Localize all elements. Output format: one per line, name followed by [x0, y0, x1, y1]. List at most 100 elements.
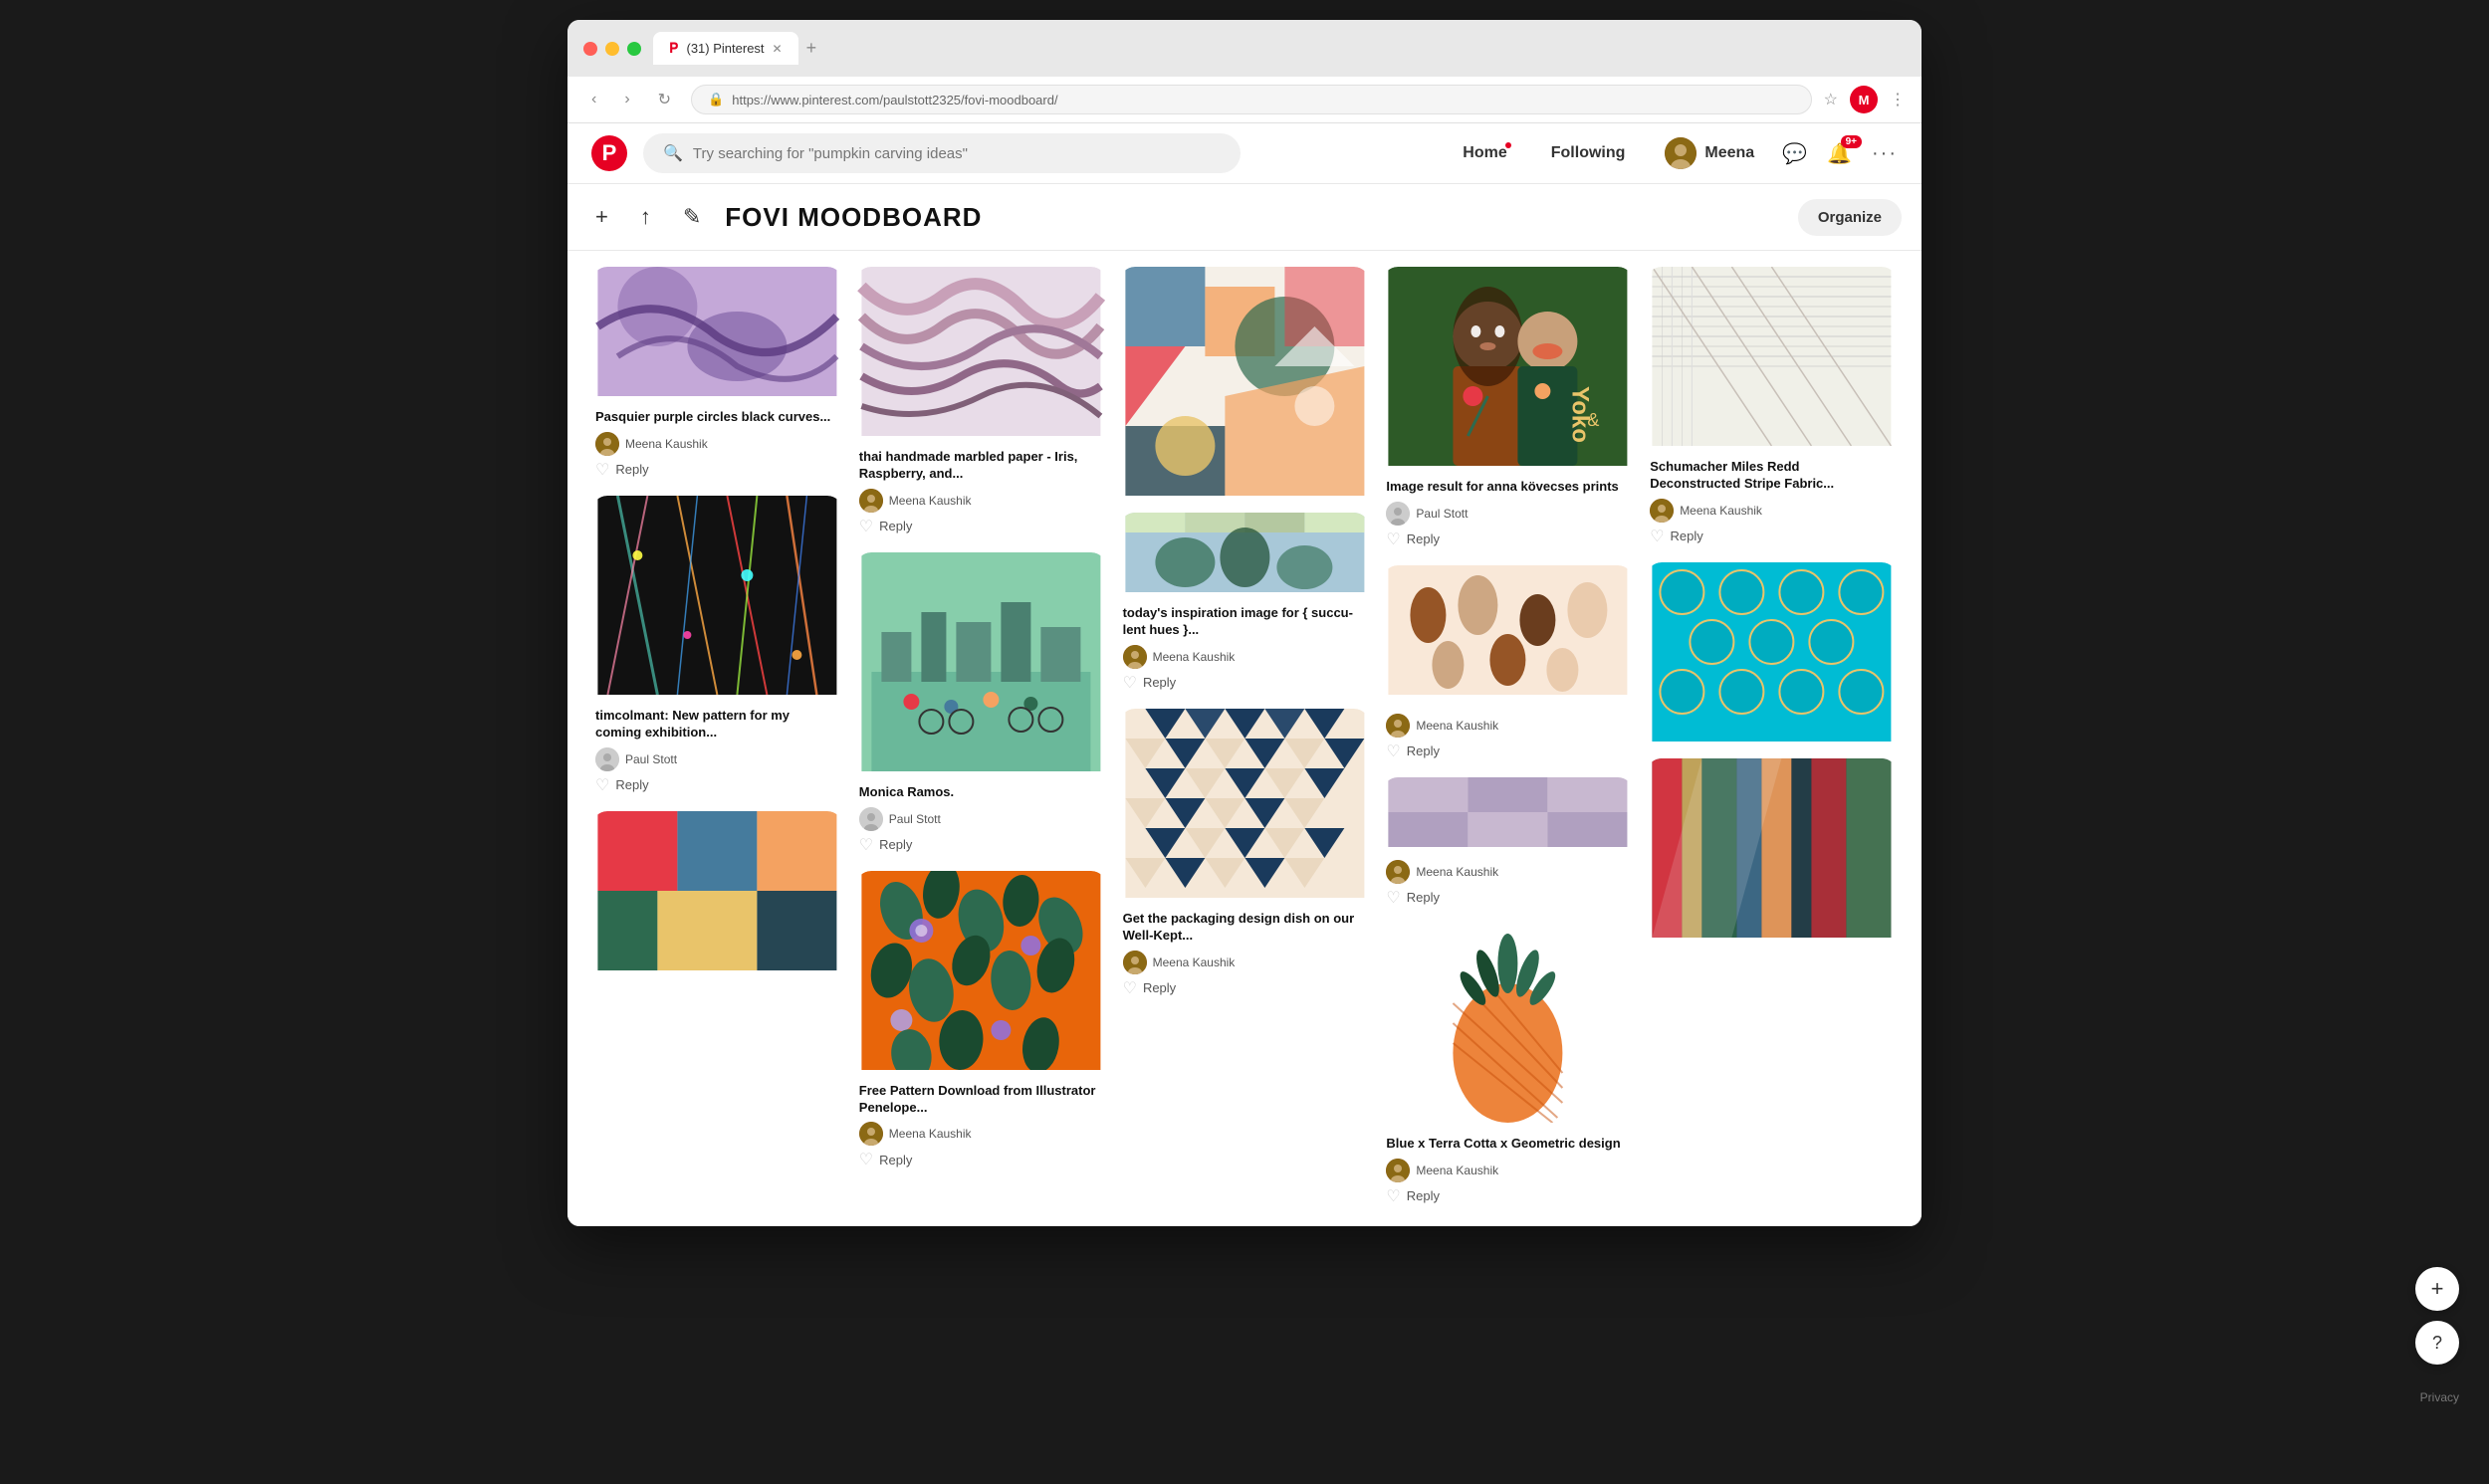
user-name: Meena Kaushik	[1416, 865, 1498, 879]
pin-card: today's inspiration image for { succu-le…	[1119, 513, 1371, 697]
pin-image-svg	[1119, 513, 1371, 592]
pin-actions: ♡ Reply	[859, 1150, 1103, 1169]
pin-info: today's inspiration image for { succu-le…	[1119, 597, 1371, 697]
pin-title: Free Pattern Download from Illustrator P…	[859, 1083, 1103, 1117]
minimize-traffic-light[interactable]	[605, 42, 619, 56]
lock-icon: 🔒	[708, 92, 724, 107]
close-traffic-light[interactable]	[583, 42, 597, 56]
user-avatar	[1665, 137, 1697, 169]
maximize-traffic-light[interactable]	[627, 42, 641, 56]
notification-badge: 9+	[1841, 135, 1862, 148]
like-icon[interactable]: ♡	[1386, 1186, 1400, 1206]
tab-title: (31) Pinterest	[686, 41, 764, 56]
reply-button[interactable]: Reply	[615, 775, 648, 794]
header-nav: Home Following Meena 💬 🔔 9+ ···	[1451, 133, 1898, 173]
browser-menu-icon[interactable]: ⋮	[1890, 90, 1906, 109]
tab-favicon-icon: 𝐏	[669, 40, 678, 57]
reply-button[interactable]: Reply	[1143, 673, 1176, 692]
pin-user: Meena Kaushik	[859, 489, 1103, 513]
pin-actions: ♡ Reply	[1386, 888, 1630, 908]
like-icon[interactable]: ♡	[859, 1150, 873, 1169]
pin-card: Get the packaging design dish on our Wel…	[1119, 709, 1371, 1002]
pinterest-logo[interactable]: P	[591, 135, 627, 171]
messages-icon[interactable]: 💬	[1782, 141, 1807, 166]
like-icon[interactable]: ♡	[1123, 673, 1137, 693]
reply-button[interactable]: Reply	[1407, 742, 1440, 760]
search-bar[interactable]: 🔍	[643, 133, 1241, 173]
add-pin-button[interactable]: +	[587, 196, 616, 238]
bookmark-icon[interactable]: ☆	[1824, 90, 1838, 109]
reply-button[interactable]: Reply	[1143, 978, 1176, 997]
reply-button[interactable]: Reply	[1407, 530, 1440, 548]
nav-home[interactable]: Home	[1451, 136, 1518, 170]
user-avatar-icon	[1123, 951, 1147, 974]
reply-button[interactable]: Reply	[1671, 527, 1703, 545]
pin-image-svg	[1382, 777, 1634, 847]
pin-info: Meena Kaushik ♡ Reply	[1382, 700, 1634, 765]
nav-following[interactable]: Following	[1539, 136, 1638, 170]
like-icon[interactable]: ♡	[1386, 530, 1400, 549]
user-name: Paul Stott	[1416, 507, 1468, 521]
like-icon[interactable]: ♡	[1386, 742, 1400, 761]
pin-image-svg	[855, 552, 1107, 771]
user-name: Meena Kaushik	[1153, 650, 1236, 664]
like-icon[interactable]: ♡	[595, 460, 609, 480]
header-user[interactable]: Meena	[1657, 133, 1762, 173]
browser-window: 𝐏 (31) Pinterest ✕ + ‹ › ↻ 🔒 https://www…	[567, 20, 1922, 1226]
pin-image-svg	[591, 496, 843, 695]
pin-info: Free Pattern Download from Illustrator P…	[855, 1075, 1107, 1174]
pin-card	[1119, 267, 1371, 501]
main-content: Pasquier purple circles black curves... …	[567, 251, 1922, 1226]
upload-pin-button[interactable]: ↑	[632, 196, 659, 238]
reload-button[interactable]: ↻	[650, 86, 679, 113]
user-avatar-icon	[1386, 714, 1410, 738]
reply-button[interactable]: Reply	[615, 460, 648, 479]
pin-image	[1646, 758, 1898, 943]
pin-info: Image result for anna kövecses prints Pa…	[1382, 471, 1634, 553]
pin-title: timcolmant: New pattern for my coming ex…	[595, 708, 839, 742]
privacy-link[interactable]: Privacy	[2420, 1390, 2459, 1404]
like-icon[interactable]: ♡	[1650, 527, 1664, 546]
forward-button[interactable]: ›	[616, 87, 637, 112]
pin-actions: ♡ Reply	[595, 775, 839, 795]
pin-title: Blue x Terra Cotta x Geometric design	[1386, 1136, 1630, 1153]
pin-image	[591, 811, 843, 975]
url-bar[interactable]: 🔒 https://www.pinterest.com/paulstott232…	[691, 85, 1812, 114]
like-icon[interactable]: ♡	[595, 775, 609, 795]
organize-button[interactable]: Organize	[1798, 199, 1902, 236]
reply-button[interactable]: Reply	[879, 517, 912, 535]
active-tab[interactable]: 𝐏 (31) Pinterest ✕	[653, 32, 798, 65]
title-bar: 𝐏 (31) Pinterest ✕ +	[567, 20, 1922, 77]
new-tab-button[interactable]: +	[806, 38, 817, 59]
edit-board-button[interactable]: ✎	[675, 196, 709, 238]
more-options-button[interactable]: ···	[1872, 142, 1898, 165]
like-icon[interactable]: ♡	[859, 835, 873, 855]
pin-actions: ♡ Reply	[595, 460, 839, 480]
pin-user: Meena Kaushik	[1123, 951, 1367, 974]
reply-button[interactable]: Reply	[1407, 888, 1440, 907]
user-name: Meena Kaushik	[1416, 719, 1498, 733]
browser-avatar[interactable]: M	[1850, 86, 1878, 113]
pin-card	[591, 811, 843, 975]
like-icon[interactable]: ♡	[1123, 978, 1137, 998]
pin-info: timcolmant: New pattern for my coming ex…	[591, 700, 843, 799]
like-icon[interactable]: ♡	[859, 517, 873, 536]
reply-button[interactable]: Reply	[1407, 1186, 1440, 1205]
pin-card: thai handmade marbled paper - Iris, Rasp…	[855, 267, 1107, 540]
app-header: P 🔍 Home Following Meena 💬 🔔	[567, 123, 1922, 184]
pin-user: Meena Kaushik	[1386, 1159, 1630, 1182]
float-add-button[interactable]: + ?	[2415, 1267, 2459, 1365]
reply-button[interactable]: Reply	[879, 835, 912, 854]
pin-image	[855, 552, 1107, 776]
pin-image	[1382, 565, 1634, 700]
user-avatar-icon	[1386, 1159, 1410, 1182]
back-button[interactable]: ‹	[583, 87, 604, 112]
pin-card	[1646, 562, 1898, 746]
search-input[interactable]	[693, 145, 1221, 162]
reply-button[interactable]: Reply	[879, 1151, 912, 1169]
pin-image-svg	[1646, 562, 1898, 742]
notifications-bell[interactable]: 🔔 9+	[1827, 141, 1852, 166]
svg-text:&: &	[1588, 410, 1600, 430]
tab-close-icon[interactable]: ✕	[773, 42, 783, 56]
like-icon[interactable]: ♡	[1386, 888, 1400, 908]
